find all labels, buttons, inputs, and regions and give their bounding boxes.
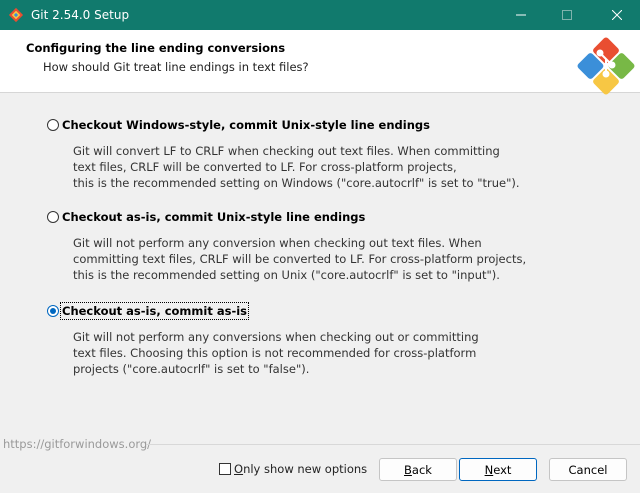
page-subtitle: How should Git treat line endings in tex… [43, 60, 309, 74]
next-button[interactable]: Next [459, 458, 537, 481]
description-line: committing text files, CRLF will be conv… [73, 252, 527, 266]
radio-unix-style[interactable] [47, 211, 59, 223]
minimize-icon [516, 14, 526, 16]
description-line: projects ("core.autocrlf" is set to "fal… [73, 362, 310, 376]
back-accel: B [404, 462, 412, 477]
maximize-button[interactable] [544, 0, 590, 30]
description-line: this is the recommended setting on Windo… [73, 176, 520, 190]
option-label[interactable]: Checkout as-is, commit Unix-style line e… [62, 210, 365, 224]
radio-windows-style[interactable] [47, 119, 59, 131]
back-label: ack [411, 462, 432, 477]
git-app-icon [8, 7, 24, 23]
next-label: ext [493, 462, 512, 477]
description-line: text files, CRLF will be converted to LF… [73, 160, 457, 174]
option-label[interactable]: Checkout as-is, commit as-is [60, 302, 249, 320]
description-line: this is the recommended setting on Unix … [73, 268, 500, 282]
title-bar: Git 2.54.0 Setup [0, 0, 640, 30]
description-line: Git will not perform any conversion when… [73, 236, 482, 250]
close-icon [612, 10, 622, 20]
gitforwindows-link[interactable]: https://gitforwindows.org/ [3, 437, 151, 451]
page-title: Configuring the line ending conversions [26, 41, 286, 55]
description-line: Git will convert LF to CRLF when checkin… [73, 144, 500, 158]
minimize-button[interactable] [498, 0, 544, 30]
cancel-button[interactable]: Cancel [549, 458, 627, 481]
description-line: Git will not perform any conversions whe… [73, 330, 479, 344]
footer-divider [146, 444, 640, 445]
only-show-new-options-checkbox[interactable] [219, 463, 231, 475]
close-button[interactable] [594, 0, 640, 30]
window-title: Git 2.54.0 Setup [31, 8, 130, 22]
checkbox-label-rest: nly show new options [243, 462, 368, 476]
back-button[interactable]: Back [379, 458, 457, 481]
git-logo-icon [577, 37, 635, 95]
option-as-is[interactable]: Checkout as-is, commit as-is [47, 302, 249, 320]
cancel-label: Cancel [568, 462, 608, 477]
checkbox-label-accel: O [234, 462, 244, 476]
wizard-header: Configuring the line ending conversions … [0, 30, 640, 95]
maximize-icon [562, 10, 572, 20]
option-label[interactable]: Checkout Windows-style, commit Unix-styl… [62, 118, 430, 132]
checkbox-label[interactable]: Only show new options [234, 462, 367, 476]
radio-as-is[interactable] [47, 305, 59, 317]
only-show-new-options[interactable]: Only show new options [219, 462, 367, 476]
description-line: text files. Choosing this option is not … [73, 346, 477, 360]
next-accel: N [484, 462, 494, 477]
option-description: Git will convert LF to CRLF when checkin… [73, 143, 543, 191]
option-description: Git will not perform any conversions whe… [73, 329, 543, 377]
option-windows-style[interactable]: Checkout Windows-style, commit Unix-styl… [47, 118, 430, 132]
option-description: Git will not perform any conversion when… [73, 235, 543, 283]
option-unix-style[interactable]: Checkout as-is, commit Unix-style line e… [47, 210, 365, 224]
